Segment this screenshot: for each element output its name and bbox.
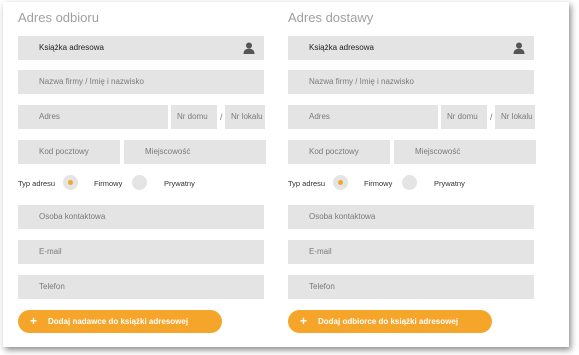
- company-name-placeholder: Nazwa firmy / Imię i nazwisko: [39, 77, 144, 86]
- type-company-label: Firmowy: [364, 179, 393, 188]
- company-name-placeholder: Nazwa firmy / Imię i nazwisko: [309, 77, 414, 86]
- sender-email-input[interactable]: E-mail: [18, 240, 264, 264]
- house-number-placeholder: Nr domu: [447, 112, 478, 121]
- city-placeholder: Miejscowość: [145, 147, 191, 156]
- email-placeholder: E-mail: [309, 247, 332, 256]
- radio-selected-dot: [68, 180, 73, 185]
- address-form-panel: Adres odbioru Książka adresowa Nazwa fir…: [3, 2, 569, 347]
- recipient-company-name-input[interactable]: Nazwa firmy / Imię i nazwisko: [288, 70, 534, 94]
- type-private-label: Prywatny: [164, 179, 195, 188]
- recipient-apartment-number-input[interactable]: Nr lokalu: [495, 105, 535, 129]
- apartment-number-placeholder: Nr lokalu: [231, 112, 263, 121]
- plus-icon: +: [30, 314, 38, 328]
- number-separator: /: [490, 112, 493, 122]
- phone-placeholder: Telefon: [309, 282, 335, 291]
- city-placeholder: Miejscowość: [415, 147, 461, 156]
- type-company-label: Firmowy: [94, 179, 123, 188]
- contact-person-placeholder: Osoba kontaktowa: [309, 212, 376, 221]
- sender-heading: Adres odbioru: [18, 10, 99, 25]
- sender-type-company-radio[interactable]: [63, 175, 78, 190]
- recipient-type-private-radio[interactable]: [402, 175, 417, 190]
- address-book-label: Książka adresowa: [309, 43, 374, 52]
- sender-company-name-input[interactable]: Nazwa firmy / Imię i nazwisko: [18, 70, 264, 94]
- street-placeholder: Adres: [39, 112, 60, 121]
- sender-city-input[interactable]: Miejscowość: [124, 140, 266, 164]
- postal-code-placeholder: Kod pocztowy: [39, 147, 89, 156]
- sender-contact-person-input[interactable]: Osoba kontaktowa: [18, 205, 264, 229]
- recipient-phone-input[interactable]: Telefon: [288, 275, 534, 299]
- add-recipient-button-label: Dodaj odbiorce do książki adresowej: [318, 317, 459, 326]
- apartment-number-placeholder: Nr lokalu: [501, 112, 533, 121]
- sender-house-number-input[interactable]: Nr domu: [171, 105, 217, 129]
- phone-placeholder: Telefon: [39, 282, 65, 291]
- recipient-city-input[interactable]: Miejscowość: [394, 140, 536, 164]
- sender-type-private-radio[interactable]: [132, 175, 147, 190]
- sender-address-book-select[interactable]: Książka adresowa: [18, 36, 264, 60]
- email-placeholder: E-mail: [39, 247, 62, 256]
- add-sender-button-label: Dodaj nadawce do książki adresowej: [48, 317, 189, 326]
- sender-street-input[interactable]: Adres: [18, 105, 168, 129]
- recipient-house-number-input[interactable]: Nr domu: [441, 105, 487, 129]
- contact-person-placeholder: Osoba kontaktowa: [39, 212, 106, 221]
- recipient-postal-code-input[interactable]: Kod pocztowy: [288, 140, 390, 164]
- plus-icon: +: [300, 314, 308, 328]
- radio-selected-dot: [338, 180, 343, 185]
- recipient-heading: Adres dostawy: [288, 10, 374, 25]
- street-placeholder: Adres: [309, 112, 330, 121]
- sender-postal-code-input[interactable]: Kod pocztowy: [18, 140, 120, 164]
- address-type-label: Typ adresu: [18, 179, 56, 188]
- recipient-email-input[interactable]: E-mail: [288, 240, 534, 264]
- recipient-address-book-select[interactable]: Książka adresowa: [288, 36, 534, 60]
- recipient-contact-person-input[interactable]: Osoba kontaktowa: [288, 205, 534, 229]
- type-private-label: Prywatny: [434, 179, 465, 188]
- user-icon[interactable]: [513, 42, 525, 54]
- user-icon[interactable]: [243, 42, 255, 54]
- house-number-placeholder: Nr domu: [177, 112, 208, 121]
- add-recipient-to-address-book-button[interactable]: + Dodaj odbiorce do książki adresowej: [288, 310, 492, 333]
- recipient-street-input[interactable]: Adres: [288, 105, 438, 129]
- recipient-type-company-radio[interactable]: [333, 175, 348, 190]
- number-separator: /: [220, 112, 223, 122]
- sender-apartment-number-input[interactable]: Nr lokalu: [225, 105, 265, 129]
- address-book-label: Książka adresowa: [39, 43, 104, 52]
- address-type-label: Typ adresu: [288, 179, 326, 188]
- postal-code-placeholder: Kod pocztowy: [309, 147, 359, 156]
- add-sender-to-address-book-button[interactable]: + Dodaj nadawce do książki adresowej: [18, 310, 222, 333]
- sender-phone-input[interactable]: Telefon: [18, 275, 264, 299]
